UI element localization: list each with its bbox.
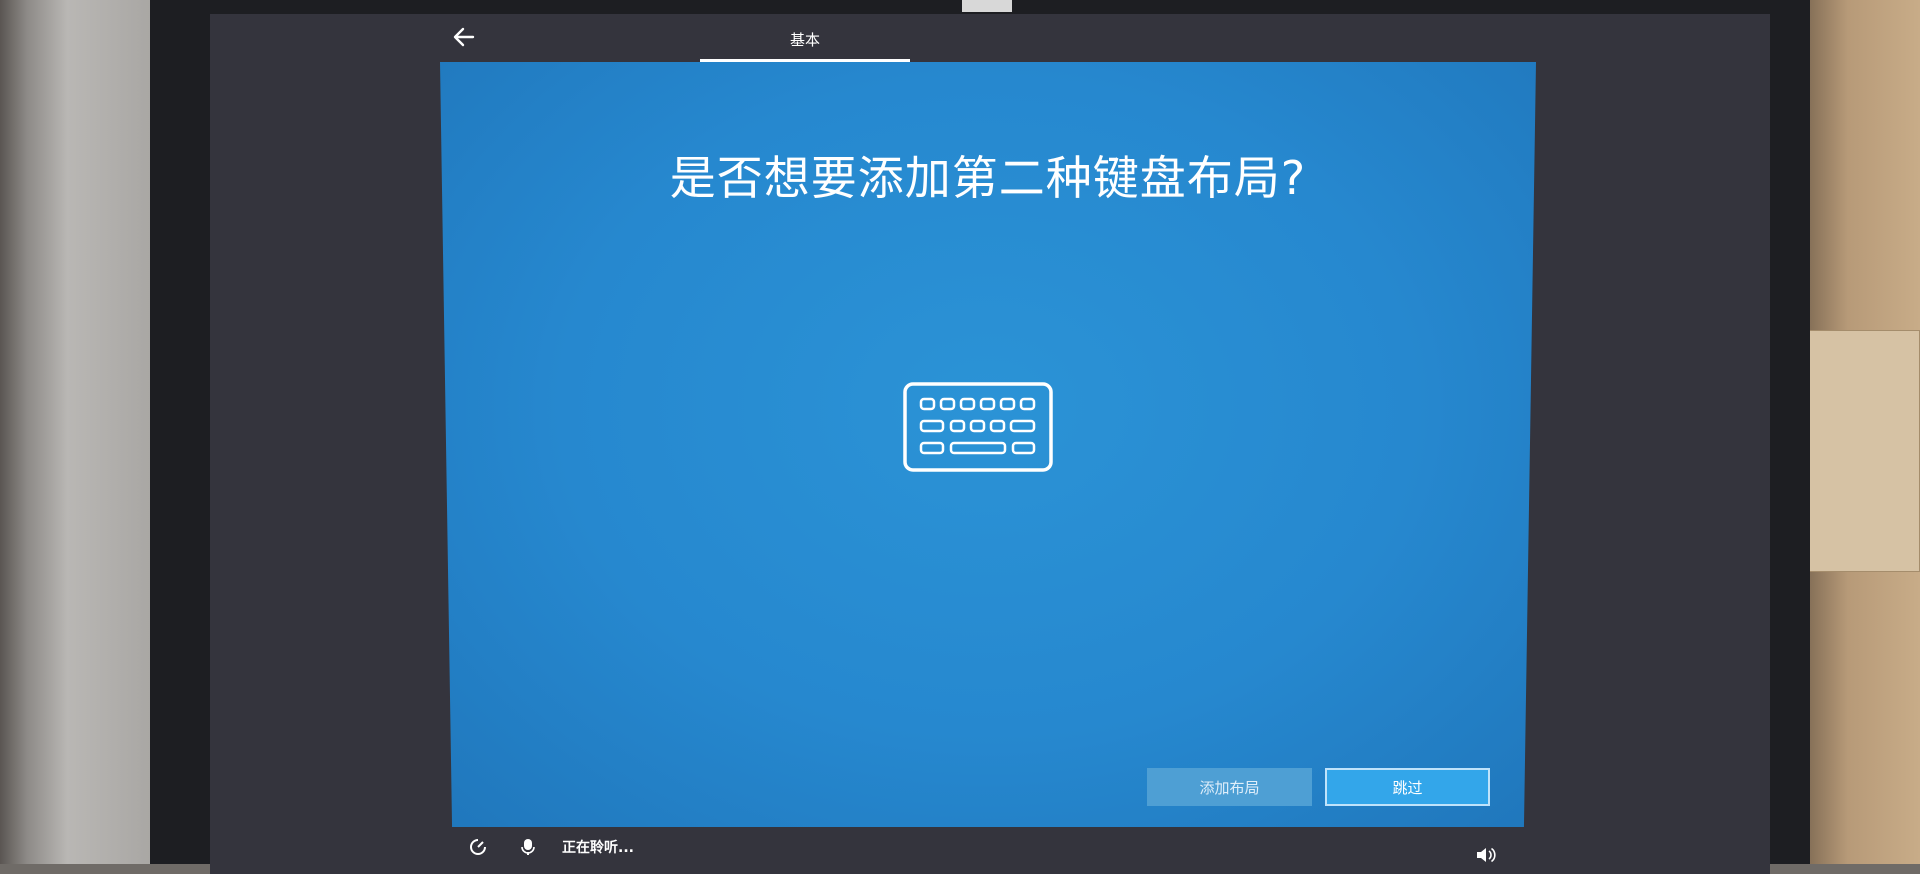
- tab-basics-label: 基本: [789, 31, 820, 49]
- skip-button[interactable]: 跳过: [1325, 768, 1490, 806]
- microphone-icon[interactable]: [516, 835, 540, 859]
- ease-of-access-icon[interactable]: [466, 835, 490, 859]
- volume-icon[interactable]: [1475, 846, 1497, 864]
- keyboard-icon: [903, 382, 1053, 472]
- background-wall: [0, 0, 150, 864]
- tab-active-indicator: [700, 59, 910, 62]
- add-layout-button[interactable]: 添加布局: [1147, 768, 1312, 806]
- listening-status: 正在聆听...: [562, 840, 634, 856]
- oobe-panel: 是否想要添加第二种键盘布局? 添加布局 跳过: [440, 62, 1536, 827]
- status-bar: 正在聆听...: [440, 830, 1540, 864]
- arrow-left-icon: [453, 27, 475, 47]
- box-label: [1808, 330, 1920, 572]
- page-title: 是否想要添加第二种键盘布局?: [669, 151, 1307, 205]
- background-box: [1800, 0, 1920, 864]
- back-button[interactable]: [449, 22, 479, 52]
- monitor-sticker: [962, 0, 1012, 12]
- tab-basics: 基本: [700, 26, 910, 62]
